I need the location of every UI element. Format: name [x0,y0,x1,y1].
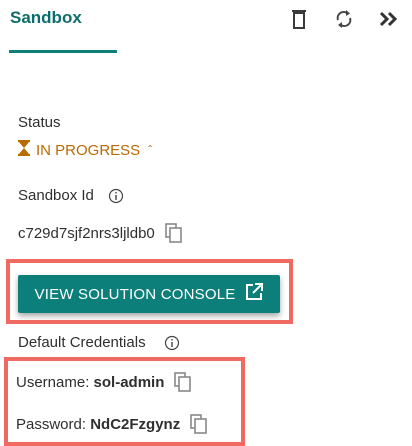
username-row: Username: sol-admin [16,372,192,392]
credentials-label: Default Credentials [18,334,146,351]
sandbox-id-row: c729d7sjf2nrs3ljldb0 [18,223,183,243]
username-label: Username: [16,373,90,391]
password-row: Password: NdC2Fzgynz [16,414,208,434]
status-marker: ˆ [148,143,153,157]
hourglass-icon [18,140,30,160]
refresh-icon[interactable] [333,8,355,30]
trash-icon[interactable] [288,8,310,30]
username-value: sol-admin [93,373,165,391]
sandbox-id-label: Sandbox Id [18,187,94,204]
collapse-chevrons-icon[interactable] [378,8,400,30]
status-value: IN PROGRESS [36,141,141,159]
copy-icon[interactable] [190,414,208,434]
credentials-heading: Default Credentials [18,334,180,351]
tab-sandbox[interactable]: Sandbox [10,8,82,28]
info-icon[interactable] [164,335,180,351]
password-value: NdC2Fzgynz [90,415,181,433]
copy-icon[interactable] [164,223,183,243]
status-label: Status [18,114,61,131]
sandbox-id-value: c729d7sjf2nrs3ljldb0 [18,224,155,242]
password-label: Password: [16,415,87,433]
view-solution-console-button[interactable]: VIEW SOLUTION CONSOLE [18,275,280,313]
status-value-row: IN PROGRESS ˆ [18,140,152,160]
sandbox-id-heading: Sandbox Id [18,187,124,204]
active-tab-underline [9,50,117,53]
external-link-icon [245,283,264,305]
info-icon[interactable] [108,188,124,204]
console-button-label: VIEW SOLUTION CONSOLE [34,285,236,303]
copy-icon[interactable] [174,372,192,392]
